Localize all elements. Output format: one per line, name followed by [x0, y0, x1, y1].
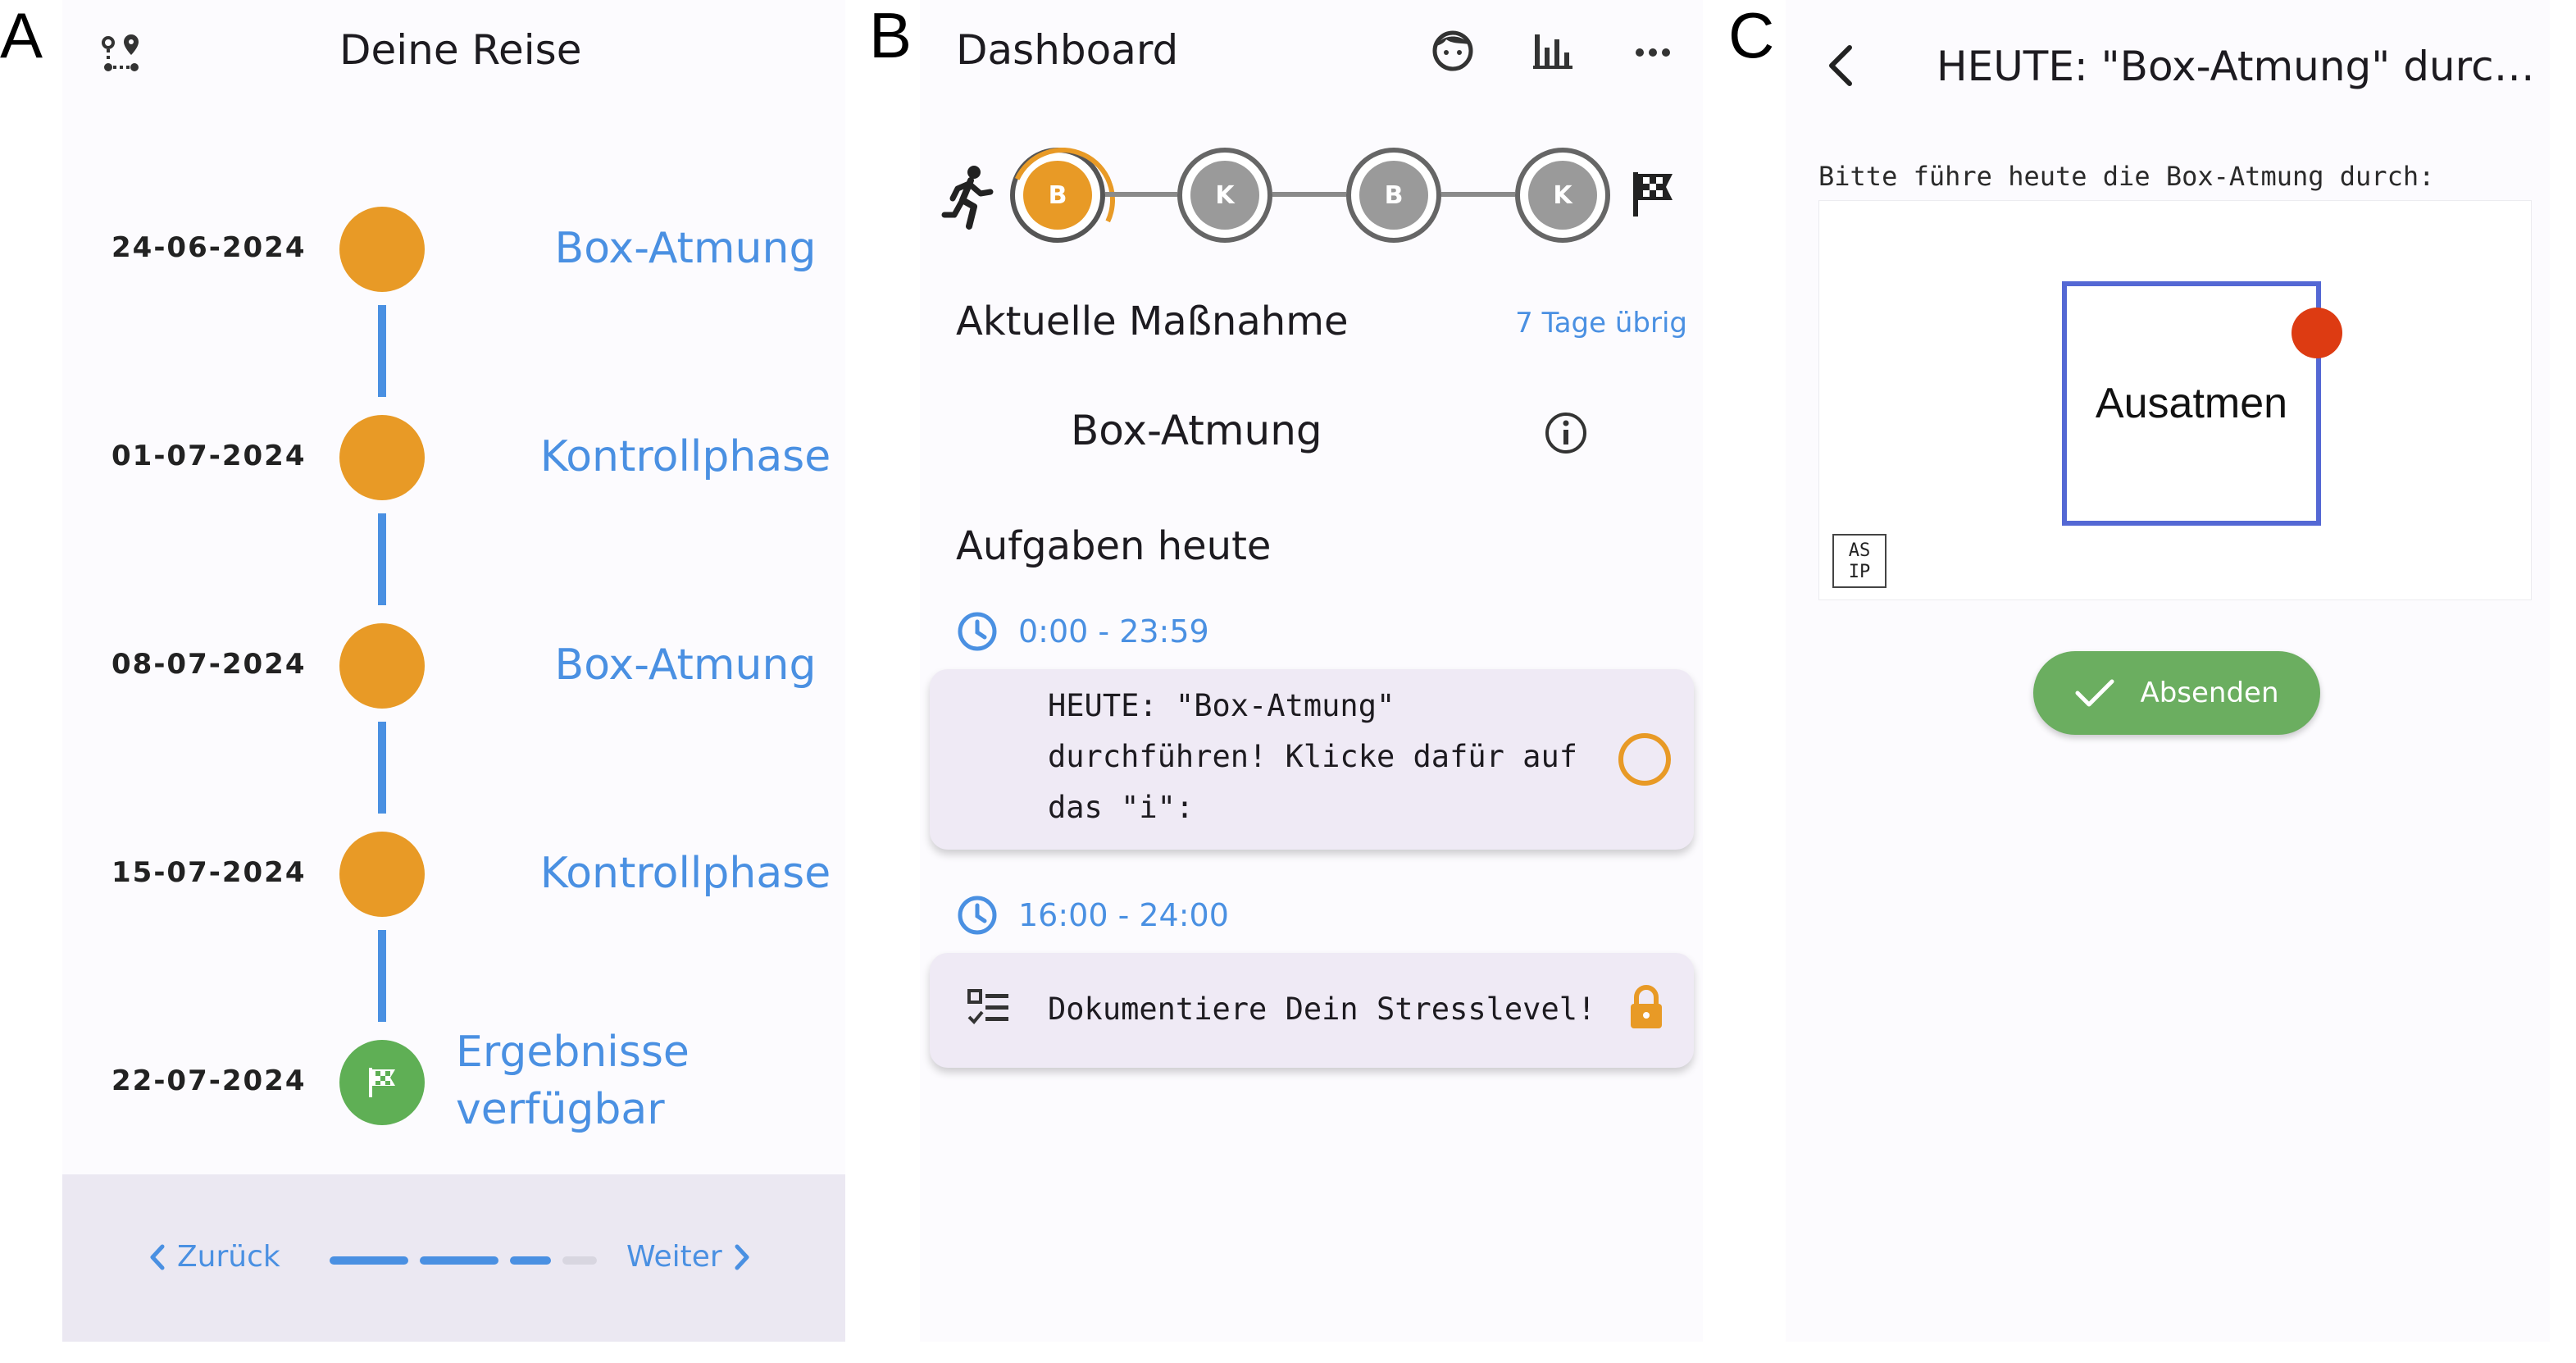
pager-footer: Zurück Weiter [62, 1174, 845, 1342]
submit-label: Absenden [2140, 677, 2279, 709]
progress-step-completed [420, 1256, 498, 1265]
page-title: HEUTE: "Box-Atmung" durch... [1937, 43, 2543, 90]
panel-label-c: C [1728, 0, 1775, 71]
route-icon[interactable] [98, 31, 144, 77]
progress-connector [1441, 192, 1515, 197]
clock-icon [958, 896, 997, 935]
page-title: Dashboard [956, 26, 1179, 74]
panel-label-b: B [869, 0, 913, 71]
task-time-label: 16:00 - 24:00 [1018, 897, 1229, 933]
timeline-label-line: Ergebnisse [456, 1028, 690, 1077]
empty-circle-icon[interactable] [1618, 733, 1671, 786]
page-title: Deine Reise [339, 26, 582, 74]
task-time: 16:00 - 24:00 [956, 894, 1229, 937]
timeline-label[interactable]: Box-Atmung [521, 636, 845, 694]
asip-logo: AS IP [1832, 534, 1886, 588]
timeline-label[interactable]: Box-Atmung [521, 220, 845, 277]
chevron-left-icon [150, 1244, 165, 1270]
next-button[interactable]: Weiter [626, 1240, 752, 1274]
finish-flag-icon [1627, 167, 1679, 220]
logo-line: AS [1848, 540, 1871, 561]
chevron-right-icon [735, 1244, 749, 1270]
back-label: Zurück [177, 1240, 280, 1274]
timeline-node [339, 207, 425, 292]
timeline-date: 22-07-2024 [112, 1064, 307, 1097]
tasks-heading: Aufgaben heute [956, 523, 1272, 569]
more-horizontal-icon[interactable] [1628, 26, 1677, 75]
task-text-line: HEUTE: "Box-Atmung" [1048, 688, 1395, 723]
task-text-line: durchführen! Klicke dafür auf [1048, 739, 1578, 774]
timeline-node [339, 415, 425, 500]
progress-node-letter: B [1023, 161, 1092, 230]
progress-node[interactable]: K [1177, 148, 1272, 243]
progress-node-letter: K [1528, 161, 1597, 230]
dashboard-screen: Dashboard B K B K Aktuelle Maßnahme 7 Ta… [920, 0, 1703, 1342]
info-icon[interactable] [1543, 410, 1589, 456]
breathing-phase-label: Ausatmen [2095, 380, 2288, 427]
days-remaining: 7 Tage übrig [1515, 307, 1687, 340]
timeline-connector [378, 930, 386, 1022]
progress-node[interactable]: B [1346, 148, 1441, 243]
progress-step-completed [330, 1256, 408, 1265]
timeline-date: 01-07-2024 [112, 440, 307, 472]
progress-connector [1272, 192, 1346, 197]
breathing-exercise-canvas: Ausatmen AS IP [1818, 200, 2532, 600]
finish-flag-icon [369, 1068, 395, 1097]
current-measure-name: Box-Atmung [1071, 407, 1322, 454]
current-measure-heading: Aktuelle Maßnahme [956, 299, 1349, 344]
task-card[interactable]: Dokumentiere Dein Stresslevel! [930, 953, 1694, 1068]
bar-chart-icon[interactable] [1528, 26, 1577, 75]
timeline-connector [378, 305, 386, 397]
task-text-line: das "i": [1048, 790, 1195, 825]
checklist-icon [967, 989, 1008, 1024]
progress-connector [1105, 192, 1177, 197]
progress-node[interactable]: K [1515, 148, 1610, 243]
task-card[interactable]: HEUTE: "Box-Atmung" durchführen! Klicke … [930, 669, 1694, 850]
back-button[interactable]: Zurück [148, 1240, 280, 1274]
breathing-marker-dot [2292, 308, 2342, 358]
timeline-node-final [339, 1040, 425, 1125]
progress-node-active[interactable]: B [1010, 148, 1105, 243]
instruction-text: Bitte führe heute die Box-Atmung durch: [1818, 161, 2435, 192]
timeline-label[interactable]: Kontrollphase [521, 845, 845, 902]
checkmark-icon [2075, 679, 2114, 707]
panel-label-a: A [0, 0, 43, 71]
timeline-date: 24-06-2024 [112, 231, 307, 264]
timeline-date: 15-07-2024 [112, 856, 307, 889]
journey-screen: Deine Reise 24-06-2024 Box-Atmung 01-07-… [62, 0, 845, 1342]
progress-step-completed [510, 1256, 551, 1265]
timeline-node [339, 832, 425, 917]
exercise-screen: HEUTE: "Box-Atmung" durch... Bitte führe… [1786, 0, 2550, 1342]
timeline-node [339, 623, 425, 709]
timeline-label-line: verfügbar [456, 1085, 665, 1134]
timeline-connector [378, 722, 386, 814]
timeline-label-final[interactable]: Ergebnisse verfügbar [456, 1023, 751, 1138]
task-text: HEUTE: "Box-Atmung" durchführen! Klicke … [1048, 681, 1577, 833]
timeline-label[interactable]: Kontrollphase [521, 428, 845, 485]
timeline-date: 08-07-2024 [112, 648, 307, 681]
progress-node-letter: B [1359, 161, 1428, 230]
task-text: Dokumentiere Dein Stresslevel! [1048, 991, 1596, 1027]
progress-step-remaining [562, 1256, 597, 1265]
back-arrow-icon[interactable] [1822, 41, 1861, 90]
lock-icon [1631, 985, 1662, 1028]
step-progress [330, 1256, 597, 1265]
clock-icon [958, 612, 997, 651]
next-label: Weiter [626, 1240, 722, 1274]
runner-icon [941, 164, 999, 230]
task-time-label: 0:00 - 23:59 [1018, 613, 1209, 650]
logo-line: IP [1848, 562, 1871, 582]
task-time: 0:00 - 23:59 [956, 610, 1209, 653]
face-icon[interactable] [1428, 26, 1477, 75]
submit-button[interactable]: Absenden [2033, 651, 2320, 735]
progress-node-letter: K [1190, 161, 1259, 230]
breathing-box: Ausatmen [2062, 281, 2321, 526]
timeline-connector [378, 513, 386, 605]
